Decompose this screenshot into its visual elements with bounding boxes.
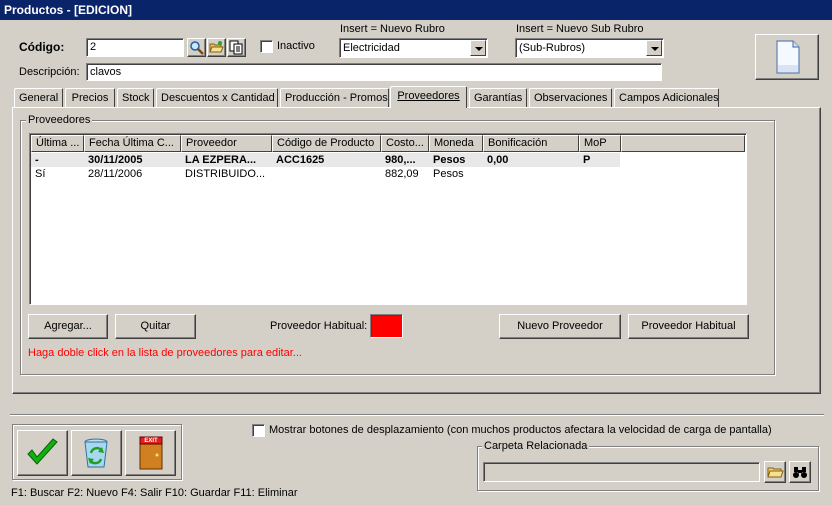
subrubro-value: (Sub-Rubros): [519, 42, 586, 54]
copy-button[interactable]: [227, 38, 246, 57]
checkmark-icon: [27, 438, 58, 465]
descripcion-label: Descripción:: [19, 66, 80, 78]
window-title: Productos - [EDICION]: [0, 0, 832, 20]
inactivo-label: Inactivo: [277, 40, 315, 52]
document-icon: [776, 40, 800, 74]
copy-icon: [229, 40, 243, 55]
separator: [10, 414, 824, 416]
tab-label: Stock: [122, 92, 150, 104]
subrubro-select[interactable]: (Sub-Rubros): [515, 38, 664, 58]
tab-descuentos[interactable]: Descuentos x Cantidad: [156, 88, 278, 108]
folder-icon: [767, 467, 784, 478]
tab-produccion[interactable]: Producción - Promos: [280, 88, 389, 108]
table-cell: 980,...: [385, 154, 416, 166]
table-cell: ACC1625: [276, 154, 325, 166]
open-button[interactable]: [207, 38, 226, 57]
proveedor-habitual-button[interactable]: Proveedor Habitual: [628, 314, 749, 339]
carpeta-input[interactable]: [483, 462, 760, 482]
guardar-button[interactable]: [17, 430, 68, 476]
column-header[interactable]: Proveedor: [181, 135, 272, 152]
inactivo-checkbox[interactable]: [260, 40, 273, 53]
mostrar-label: Mostrar botones de desplazamiento (con m…: [269, 424, 772, 436]
tab-label: Garantías: [474, 92, 523, 104]
column-header[interactable]: Moneda: [429, 135, 483, 152]
find-folder-button[interactable]: [789, 461, 811, 483]
codigo-input[interactable]: 2: [86, 38, 184, 57]
group-title: Proveedores: [26, 114, 93, 126]
table-cell: [483, 167, 579, 181]
proveedores-list[interactable]: Última ... Fecha Última C... Proveedor C…: [29, 133, 747, 305]
tab-label: Descuentos x Cantidad: [161, 92, 275, 104]
column-header[interactable]: Bonificación: [483, 135, 579, 152]
exit-sign-text: EXIT: [144, 438, 158, 444]
search-button[interactable]: [187, 38, 206, 57]
column-header[interactable]: Costo...: [381, 135, 429, 152]
table-cell: 30/11/2005: [88, 154, 143, 166]
column-header[interactable]: Código de Producto: [272, 135, 381, 152]
list-header: Última ... Fecha Última C... Proveedor C…: [31, 135, 745, 152]
table-cell: DISTRIBUIDO...: [185, 168, 266, 180]
tab-label: General: [19, 92, 59, 104]
column-header[interactable]: Fecha Última C...: [84, 135, 181, 152]
quitar-button[interactable]: Quitar: [115, 314, 196, 339]
tab-general[interactable]: General: [14, 88, 63, 108]
salir-button[interactable]: EXIT: [125, 430, 176, 476]
table-cell: 0,00: [487, 154, 509, 166]
agregar-button[interactable]: Agregar...: [28, 314, 108, 339]
new-document-button[interactable]: [755, 34, 819, 80]
recycle-bin-icon: [84, 438, 108, 468]
column-header[interactable]: MoP: [579, 135, 621, 152]
browse-folder-button[interactable]: [764, 461, 786, 483]
tab-panel: Proveedores Última ... Fecha Última C...…: [12, 107, 821, 394]
proveedor-habitual-label: Proveedor Habitual:: [270, 320, 368, 332]
table-cell: LA EZPERA...: [185, 154, 257, 166]
nuevo-proveedor-button[interactable]: Nuevo Proveedor: [499, 314, 621, 339]
table-cell: P: [583, 154, 591, 166]
codigo-label: Código:: [19, 40, 65, 54]
table-cell: 28/11/2006: [88, 168, 143, 180]
tab-label: Observaciones: [534, 92, 608, 104]
rubro-caption: Insert = Nuevo Rubro: [340, 23, 445, 35]
tab-label: Producción - Promos: [285, 92, 388, 104]
tab-observaciones[interactable]: Observaciones: [529, 88, 612, 108]
search-icon: [190, 41, 204, 55]
tab-label: Campos Adicionales: [619, 92, 719, 104]
table-cell: 882,09: [385, 168, 419, 180]
folder-open-icon: [209, 41, 224, 53]
table-cell: [272, 167, 381, 181]
rubro-value: Electricidad: [343, 42, 400, 54]
habitual-color-swatch: [370, 314, 403, 338]
mostrar-checkbox[interactable]: [252, 424, 265, 437]
table-cell: Pesos: [433, 154, 466, 166]
tab-label: Proveedores: [397, 90, 460, 102]
tab-campos-adicionales[interactable]: Campos Adicionales: [614, 88, 719, 108]
table-cell: [579, 167, 620, 181]
column-header-filler: [621, 135, 745, 152]
tab-garantias[interactable]: Garantías: [469, 88, 527, 108]
subrubro-caption: Insert = Nuevo Sub Rubro: [516, 23, 644, 35]
column-header[interactable]: Última ...: [31, 135, 84, 152]
table-cell: Pesos: [433, 168, 464, 180]
binoculars-icon: [793, 467, 807, 478]
table-cell: Sí: [35, 168, 46, 180]
eliminar-button[interactable]: [71, 430, 122, 476]
table-cell: -: [35, 154, 39, 166]
tab-precios[interactable]: Precios: [65, 88, 115, 108]
tab-stock[interactable]: Stock: [117, 88, 154, 108]
chevron-down-icon[interactable]: [646, 40, 662, 56]
chevron-down-icon[interactable]: [470, 40, 486, 56]
hint-text: Haga doble click en la lista de proveedo…: [28, 347, 302, 359]
rubro-select[interactable]: Electricidad: [339, 38, 488, 58]
carpeta-title: Carpeta Relacionada: [482, 440, 590, 452]
tab-proveedores[interactable]: Proveedores: [390, 86, 467, 108]
shortcuts-text: F1: Buscar F2: Nuevo F4: Salir F10: Guar…: [11, 487, 298, 499]
table-row[interactable]: - 30/11/2005 LA EZPERA... ACC1625 980,..…: [31, 153, 620, 167]
table-row[interactable]: Sí 28/11/2006 DISTRIBUIDO... 882,09 Peso…: [31, 167, 620, 181]
descripcion-input[interactable]: clavos: [86, 63, 662, 81]
tab-label: Precios: [71, 92, 109, 104]
